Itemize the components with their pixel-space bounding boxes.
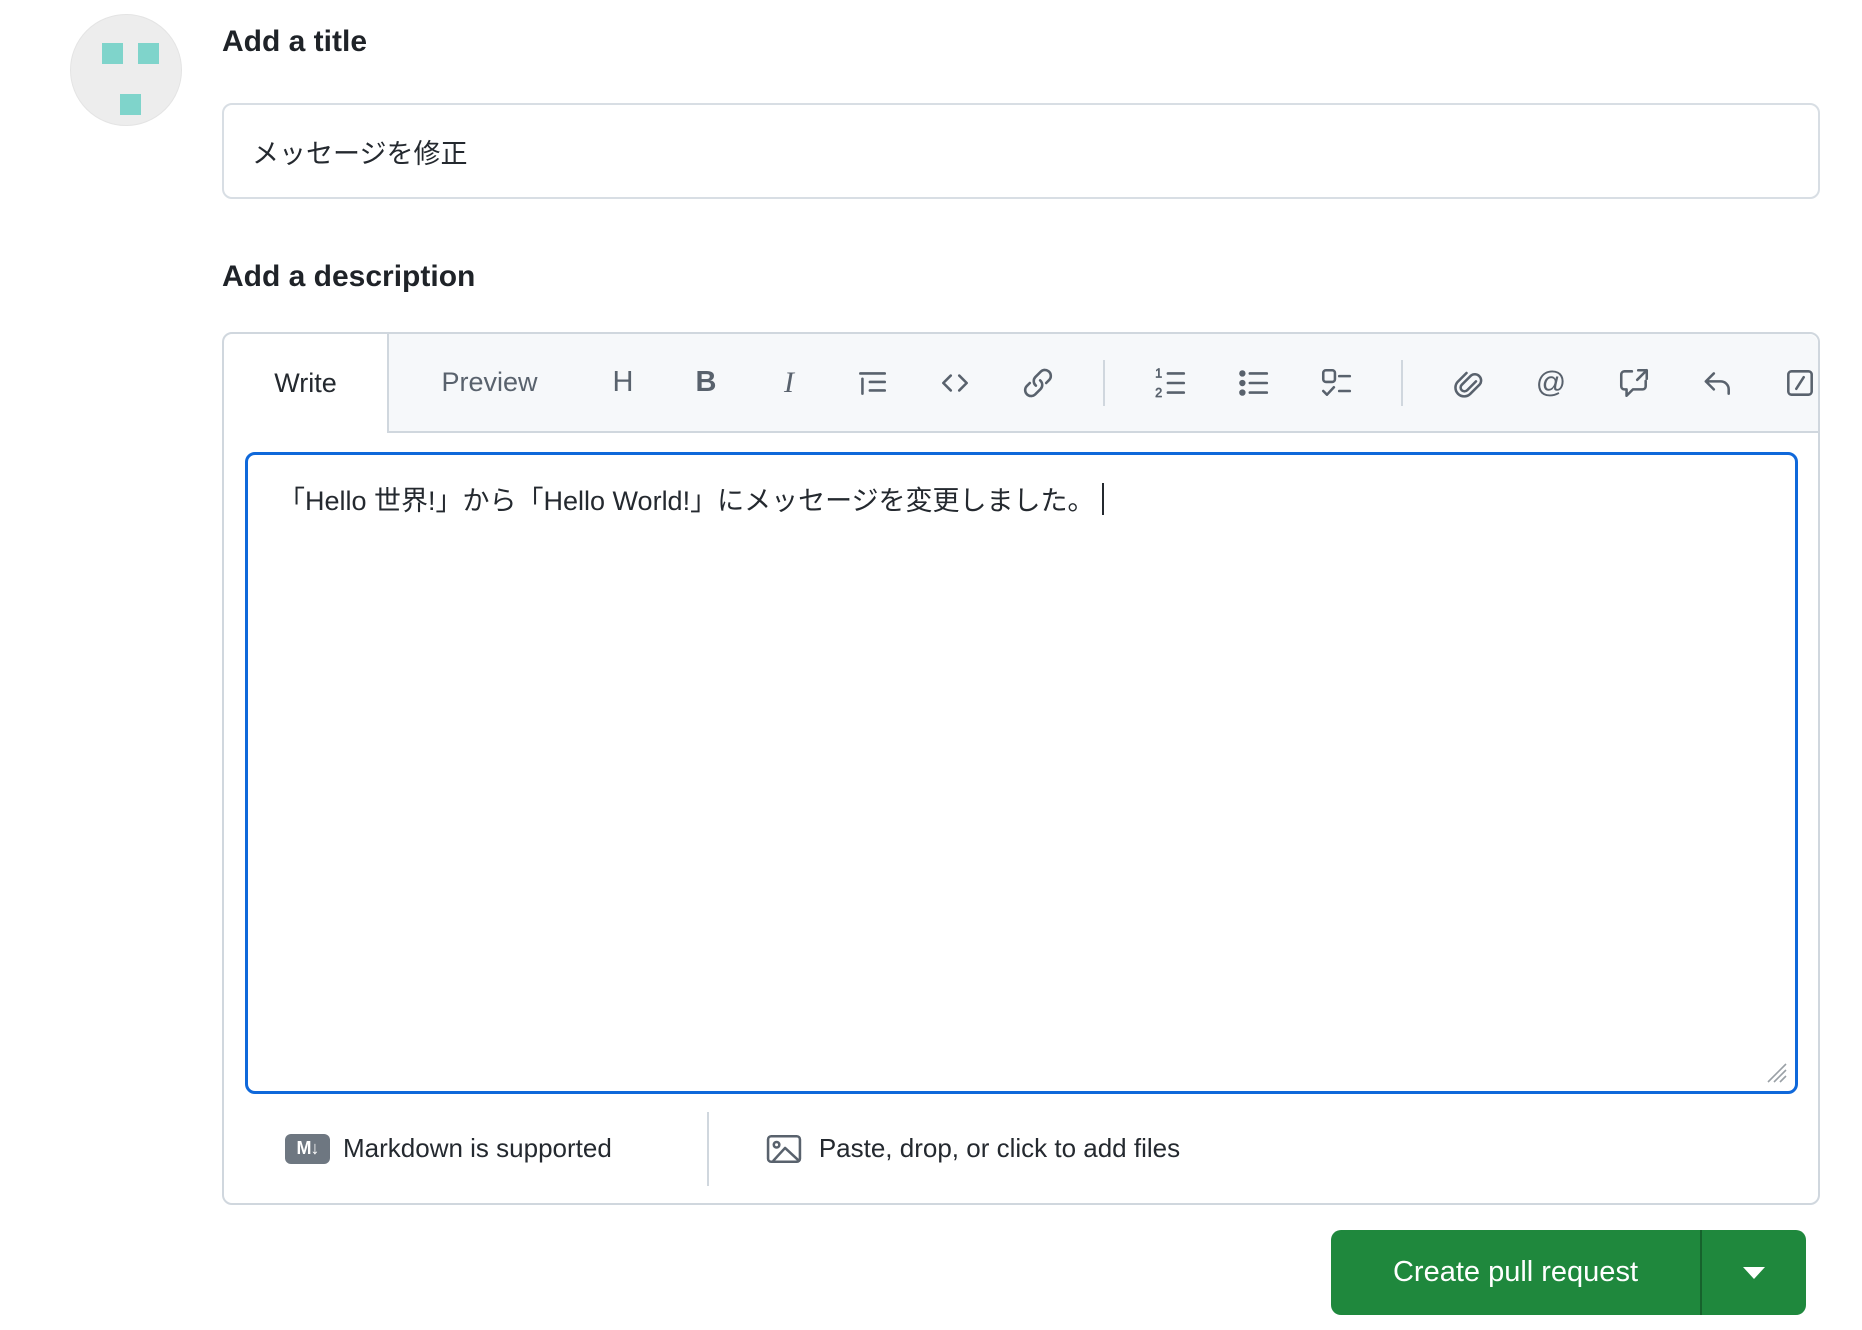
new-pull-request-form: Add a title Add a description Write Prev… [0,0,1862,1330]
title-input[interactable] [222,103,1820,199]
slash-commands-icon[interactable] [1782,365,1818,401]
text-cursor [1101,483,1104,515]
add-description-heading: Add a description [222,260,476,293]
markdown-editor: Write Preview H B I 1 2 @ 「Hello 世界!」から「… [222,332,1820,1205]
reply-icon[interactable] [1699,365,1735,401]
description-text: 「Hello 世界!」から「Hello World!」にメッセージを変更しました… [278,486,1095,516]
description-textarea[interactable]: 「Hello 世界!」から「Hello World!」にメッセージを変更しました… [245,452,1798,1094]
avatar [70,14,182,126]
resize-handle-icon[interactable] [1765,1061,1787,1083]
cross-reference-icon[interactable] [1616,365,1652,401]
svg-text:2: 2 [1155,384,1162,399]
quote-icon[interactable] [854,365,890,401]
tab-preview[interactable]: Preview [407,334,572,431]
numbered-list-icon[interactable]: 1 2 [1152,365,1188,401]
avatar-identicon-block [102,43,123,64]
task-list-icon[interactable] [1318,365,1354,401]
link-icon[interactable] [1020,365,1056,401]
markdown-icon: M↓ [285,1133,330,1164]
tab-preview-label: Preview [441,367,538,397]
bold-icon[interactable]: B [688,365,724,401]
toolbar-divider [1103,359,1105,406]
unordered-list-icon[interactable] [1235,365,1271,401]
markdown-supported-link[interactable]: M↓ Markdown is supported [285,1133,612,1164]
editor-footer: M↓ Markdown is supported Paste, drop, or… [245,1094,1798,1203]
attach-files-button[interactable]: Paste, drop, or click to add files [764,1132,1180,1166]
chevron-down-icon [1743,1266,1765,1279]
create-pull-request-split-button: Create pull request [1330,1230,1806,1315]
avatar-identicon-block [138,43,159,64]
italic-icon[interactable]: I [771,365,807,401]
create-pull-request-dropdown[interactable] [1700,1230,1806,1315]
mention-icon[interactable]: @ [1533,365,1569,401]
footer-divider [706,1111,709,1186]
editor-toolbar: Write Preview H B I 1 2 @ [224,334,1818,433]
tab-write-label: Write [274,368,337,398]
attach-file-icon[interactable] [1450,365,1486,401]
avatar-identicon-block [120,94,141,115]
toolbar-divider [1401,359,1403,406]
heading-icon[interactable]: H [605,365,641,401]
add-title-heading: Add a title [222,25,368,58]
attach-note-label: Paste, drop, or click to add files [818,1133,1181,1163]
code-icon[interactable] [937,365,973,401]
markdown-note-label: Markdown is supported [343,1133,612,1163]
tab-write[interactable]: Write [224,334,390,433]
create-pull-request-label: Create pull request [1392,1256,1638,1288]
image-icon [766,1134,802,1163]
create-pull-request-button[interactable]: Create pull request [1331,1230,1700,1315]
svg-text:1: 1 [1155,366,1162,381]
